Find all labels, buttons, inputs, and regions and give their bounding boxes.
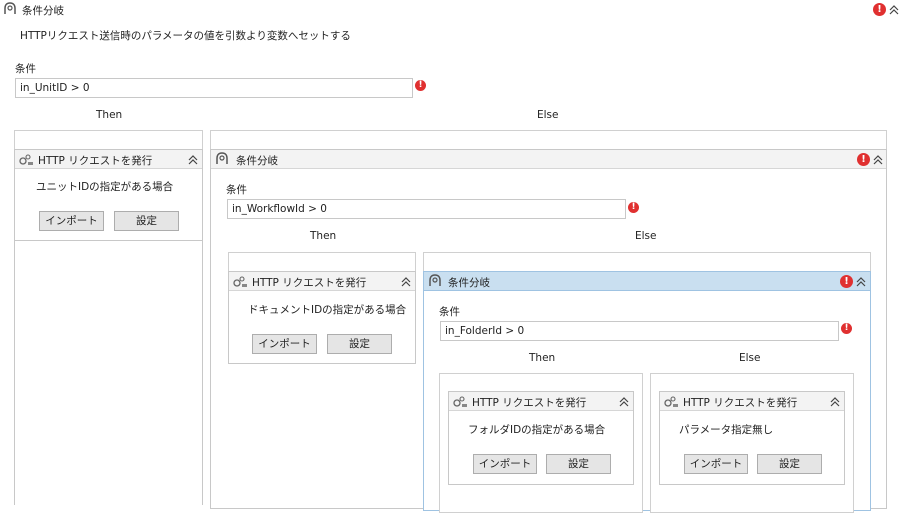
import-button[interactable]: インポート [473, 454, 537, 474]
inner-else-activity-header[interactable]: HTTP リクエストを発行 [660, 392, 844, 411]
error-icon[interactable]: ! [628, 202, 639, 213]
inner-if-condition-label: 条件 [439, 306, 460, 318]
inner-then-activity-note: フォルダIDの指定がある場合 [468, 424, 606, 436]
error-icon[interactable]: ! [857, 153, 870, 166]
http-request-icon [19, 154, 33, 165]
inner-then-activity-title: HTTP リクエストを発行 [472, 397, 587, 409]
inner-if-condition-input[interactable]: in_FolderId > 0 [440, 321, 839, 341]
error-icon[interactable]: ! [873, 3, 886, 16]
chevron-double-up-icon[interactable] [856, 277, 866, 287]
then-activity-header[interactable]: HTTP リクエストを発行 [15, 150, 202, 169]
chevron-double-up-icon[interactable] [401, 277, 411, 287]
http-request-icon [664, 396, 678, 407]
error-icon[interactable]: ! [415, 80, 426, 91]
inner-if-header[interactable]: 条件分岐 [424, 272, 870, 291]
inner-else-activity-note: パラメータ指定無し [679, 424, 774, 436]
chevron-double-up-icon[interactable] [830, 397, 840, 407]
else-if-else-label: Else [635, 230, 657, 242]
else-if-header[interactable]: 条件分岐 [211, 150, 886, 169]
root-if-header[interactable]: 条件分岐 [0, 0, 903, 19]
inner-else-activity-title: HTTP リクエストを発行 [683, 397, 798, 409]
error-icon[interactable]: ! [841, 323, 852, 334]
root-condition-label: 条件 [15, 63, 36, 75]
settings-button[interactable]: 設定 [114, 211, 179, 231]
else-if-else-drop-slot[interactable] [423, 252, 871, 272]
settings-button[interactable]: 設定 [327, 334, 392, 354]
error-icon[interactable]: ! [840, 275, 853, 288]
if-branch-icon [429, 274, 441, 286]
root-else-drop-slot[interactable] [210, 130, 887, 150]
root-then-label: Then [96, 109, 123, 121]
else-if-title: 条件分岐 [236, 155, 278, 167]
else-if-then-drop-slot[interactable] [228, 252, 416, 272]
chevron-double-up-icon[interactable] [619, 397, 629, 407]
if-branch-icon [216, 152, 228, 164]
settings-button[interactable]: 設定 [546, 454, 611, 474]
else-then-activity-header[interactable]: HTTP リクエストを発行 [229, 272, 415, 291]
import-button[interactable]: インポート [39, 211, 104, 231]
then-activity-note: ユニットIDの指定がある場合 [36, 181, 174, 193]
else-if-condition-input[interactable]: in_WorkflowId > 0 [227, 199, 626, 219]
else-then-activity-card[interactable]: HTTP リクエストを発行 ドキュメントIDの指定がある場合 インポート 設定 [228, 271, 416, 364]
else-then-activity-title: HTTP リクエストを発行 [252, 277, 367, 289]
root-condition-input[interactable]: in_UnitID > 0 [15, 78, 413, 98]
then-activity-title: HTTP リクエストを発行 [38, 155, 153, 167]
inner-else-activity-card[interactable]: HTTP リクエストを発行 パラメータ指定無し インポート 設定 [659, 391, 845, 485]
chevron-double-up-icon[interactable] [188, 155, 198, 165]
chevron-double-up-icon[interactable] [873, 155, 883, 165]
root-else-label: Else [537, 109, 559, 121]
else-if-then-label: Then [310, 230, 337, 242]
inner-if-container[interactable]: 条件分岐 ! 条件 in_FolderId > 0 ! Then Else HT… [423, 271, 871, 513]
http-request-icon [233, 276, 247, 287]
if-branch-icon [4, 2, 16, 14]
inner-then-activity-card[interactable]: HTTP リクエストを発行 フォルダIDの指定がある場合 インポート 設定 [448, 391, 634, 485]
settings-button[interactable]: 設定 [757, 454, 822, 474]
http-request-icon [453, 396, 467, 407]
import-button[interactable]: インポート [252, 334, 317, 354]
else-if-container[interactable]: 条件分岐 ! 条件 in_WorkflowId > 0 ! Then Else … [210, 149, 887, 513]
inner-then-activity-header[interactable]: HTTP リクエストを発行 [449, 392, 633, 411]
root-description: HTTPリクエスト送信時のパラメータの値を引数より変数へセットする [20, 30, 351, 42]
else-then-activity-note: ドキュメントIDの指定がある場合 [248, 304, 407, 316]
import-button[interactable]: インポート [684, 454, 748, 474]
inner-if-else-label: Else [739, 352, 761, 364]
root-then-drop-slot[interactable] [14, 130, 203, 150]
chevron-double-up-icon[interactable] [889, 5, 899, 15]
inner-if-title: 条件分岐 [448, 277, 490, 289]
inner-if-then-label: Then [529, 352, 556, 364]
else-if-condition-label: 条件 [226, 184, 247, 196]
then-activity-card[interactable]: HTTP リクエストを発行 ユニットIDの指定がある場合 インポート 設定 [14, 149, 203, 241]
root-if-title: 条件分岐 [22, 5, 64, 17]
